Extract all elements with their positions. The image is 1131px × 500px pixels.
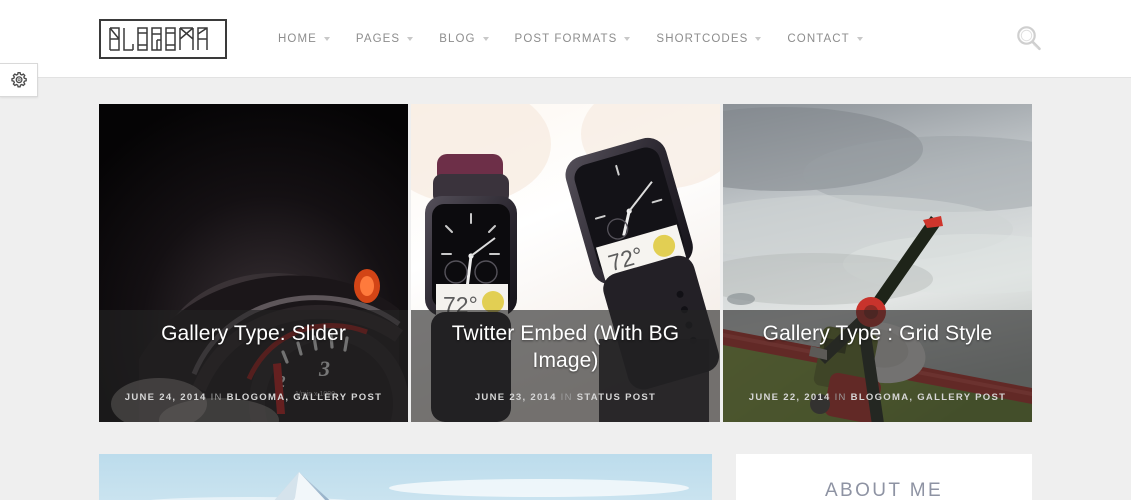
post-meta-in: IN (560, 392, 573, 403)
search-toggle-button[interactable] (1009, 19, 1049, 59)
about-me-title: ABOUT ME (824, 480, 944, 500)
chevron-down-icon (856, 36, 863, 41)
post-meta-in: IN (210, 392, 223, 403)
search-icon (1017, 25, 1041, 50)
settings-panel-toggle[interactable] (0, 63, 38, 97)
post-card[interactable]: Gallery Type : Grid Style JUNE 22, 2014 … (723, 104, 1032, 422)
post-card-title: Twitter Embed (With BG Image) (451, 322, 680, 372)
nav-label: CONTACT (787, 32, 850, 45)
nav-label: HOME (278, 32, 317, 45)
post-card-title: Gallery Type: Slider (161, 322, 346, 345)
chevron-down-icon (755, 36, 762, 41)
post-card-meta: JUNE 22, 2014 IN BLOGOMA, GALLERY POST (723, 392, 1032, 403)
nav-item-blog[interactable]: BLOG (426, 0, 501, 78)
chevron-down-icon (482, 36, 489, 41)
post-card[interactable]: 72° 72° Twitter Embed (With BG Image) JU… (411, 104, 720, 422)
about-me-widget: ABOUT ME (736, 454, 1032, 500)
post-categories: BLOGOMA, GALLERY POST (850, 392, 1007, 403)
post-card-meta: JUNE 24, 2014 IN BLOGOMA, GALLERY POST (99, 392, 408, 403)
post-categories: BLOGOMA, GALLERY POST (226, 392, 383, 403)
mountain-photo-icon (99, 454, 712, 500)
chevron-down-icon (407, 36, 414, 41)
featured-posts-row: 3 2 1/min x 1000 Gallery Type: Slider JU… (99, 104, 1032, 422)
site-logo[interactable] (99, 18, 227, 59)
nav-item-post-formats[interactable]: POST FORMATS (502, 0, 644, 78)
nav-label: SHORTCODES (656, 32, 749, 45)
nav-label: BLOG (439, 32, 476, 45)
nav-item-shortcodes[interactable]: SHORTCODES (643, 0, 774, 78)
nav-label: PAGES (355, 32, 401, 45)
post-card[interactable]: 3 2 1/min x 1000 Gallery Type: Slider JU… (99, 104, 408, 422)
main-content: 3 2 1/min x 1000 Gallery Type: Slider JU… (0, 78, 1131, 500)
logo-glyph-icon (109, 26, 208, 51)
nav-item-pages[interactable]: PAGES (343, 0, 426, 78)
post-card-overlay: Gallery Type : Grid Style JUNE 22, 2014 … (723, 310, 1032, 422)
post-card-overlay: Twitter Embed (With BG Image) JUNE 23, 2… (411, 310, 720, 422)
gear-icon (10, 72, 27, 88)
post-date: JUNE 23, 2014 (474, 392, 557, 403)
nav-item-contact[interactable]: CONTACT (774, 0, 875, 78)
post-categories: STATUS POST (576, 392, 657, 403)
post-card-overlay: Gallery Type: Slider JUNE 24, 2014 IN BL… (99, 310, 408, 422)
lower-content-row: ABOUT ME (99, 454, 1032, 500)
nav-item-home[interactable]: HOME (265, 0, 343, 78)
chevron-down-icon (624, 36, 631, 41)
post-card-meta: JUNE 23, 2014 IN STATUS POST (411, 392, 720, 403)
post-card-title: Gallery Type : Grid Style (762, 322, 993, 345)
post-date: JUNE 24, 2014 (124, 392, 207, 403)
primary-navigation[interactable]: HOME PAGES BLOG POST FORMATS SHORTCODES … (265, 0, 876, 78)
post-date: JUNE 22, 2014 (748, 392, 831, 403)
chevron-down-icon (323, 36, 330, 41)
site-header: HOME PAGES BLOG POST FORMATS SHORTCODES … (0, 0, 1131, 97)
nav-label: POST FORMATS (514, 32, 618, 45)
post-meta-in: IN (834, 392, 847, 403)
feature-post-image[interactable] (99, 454, 712, 500)
